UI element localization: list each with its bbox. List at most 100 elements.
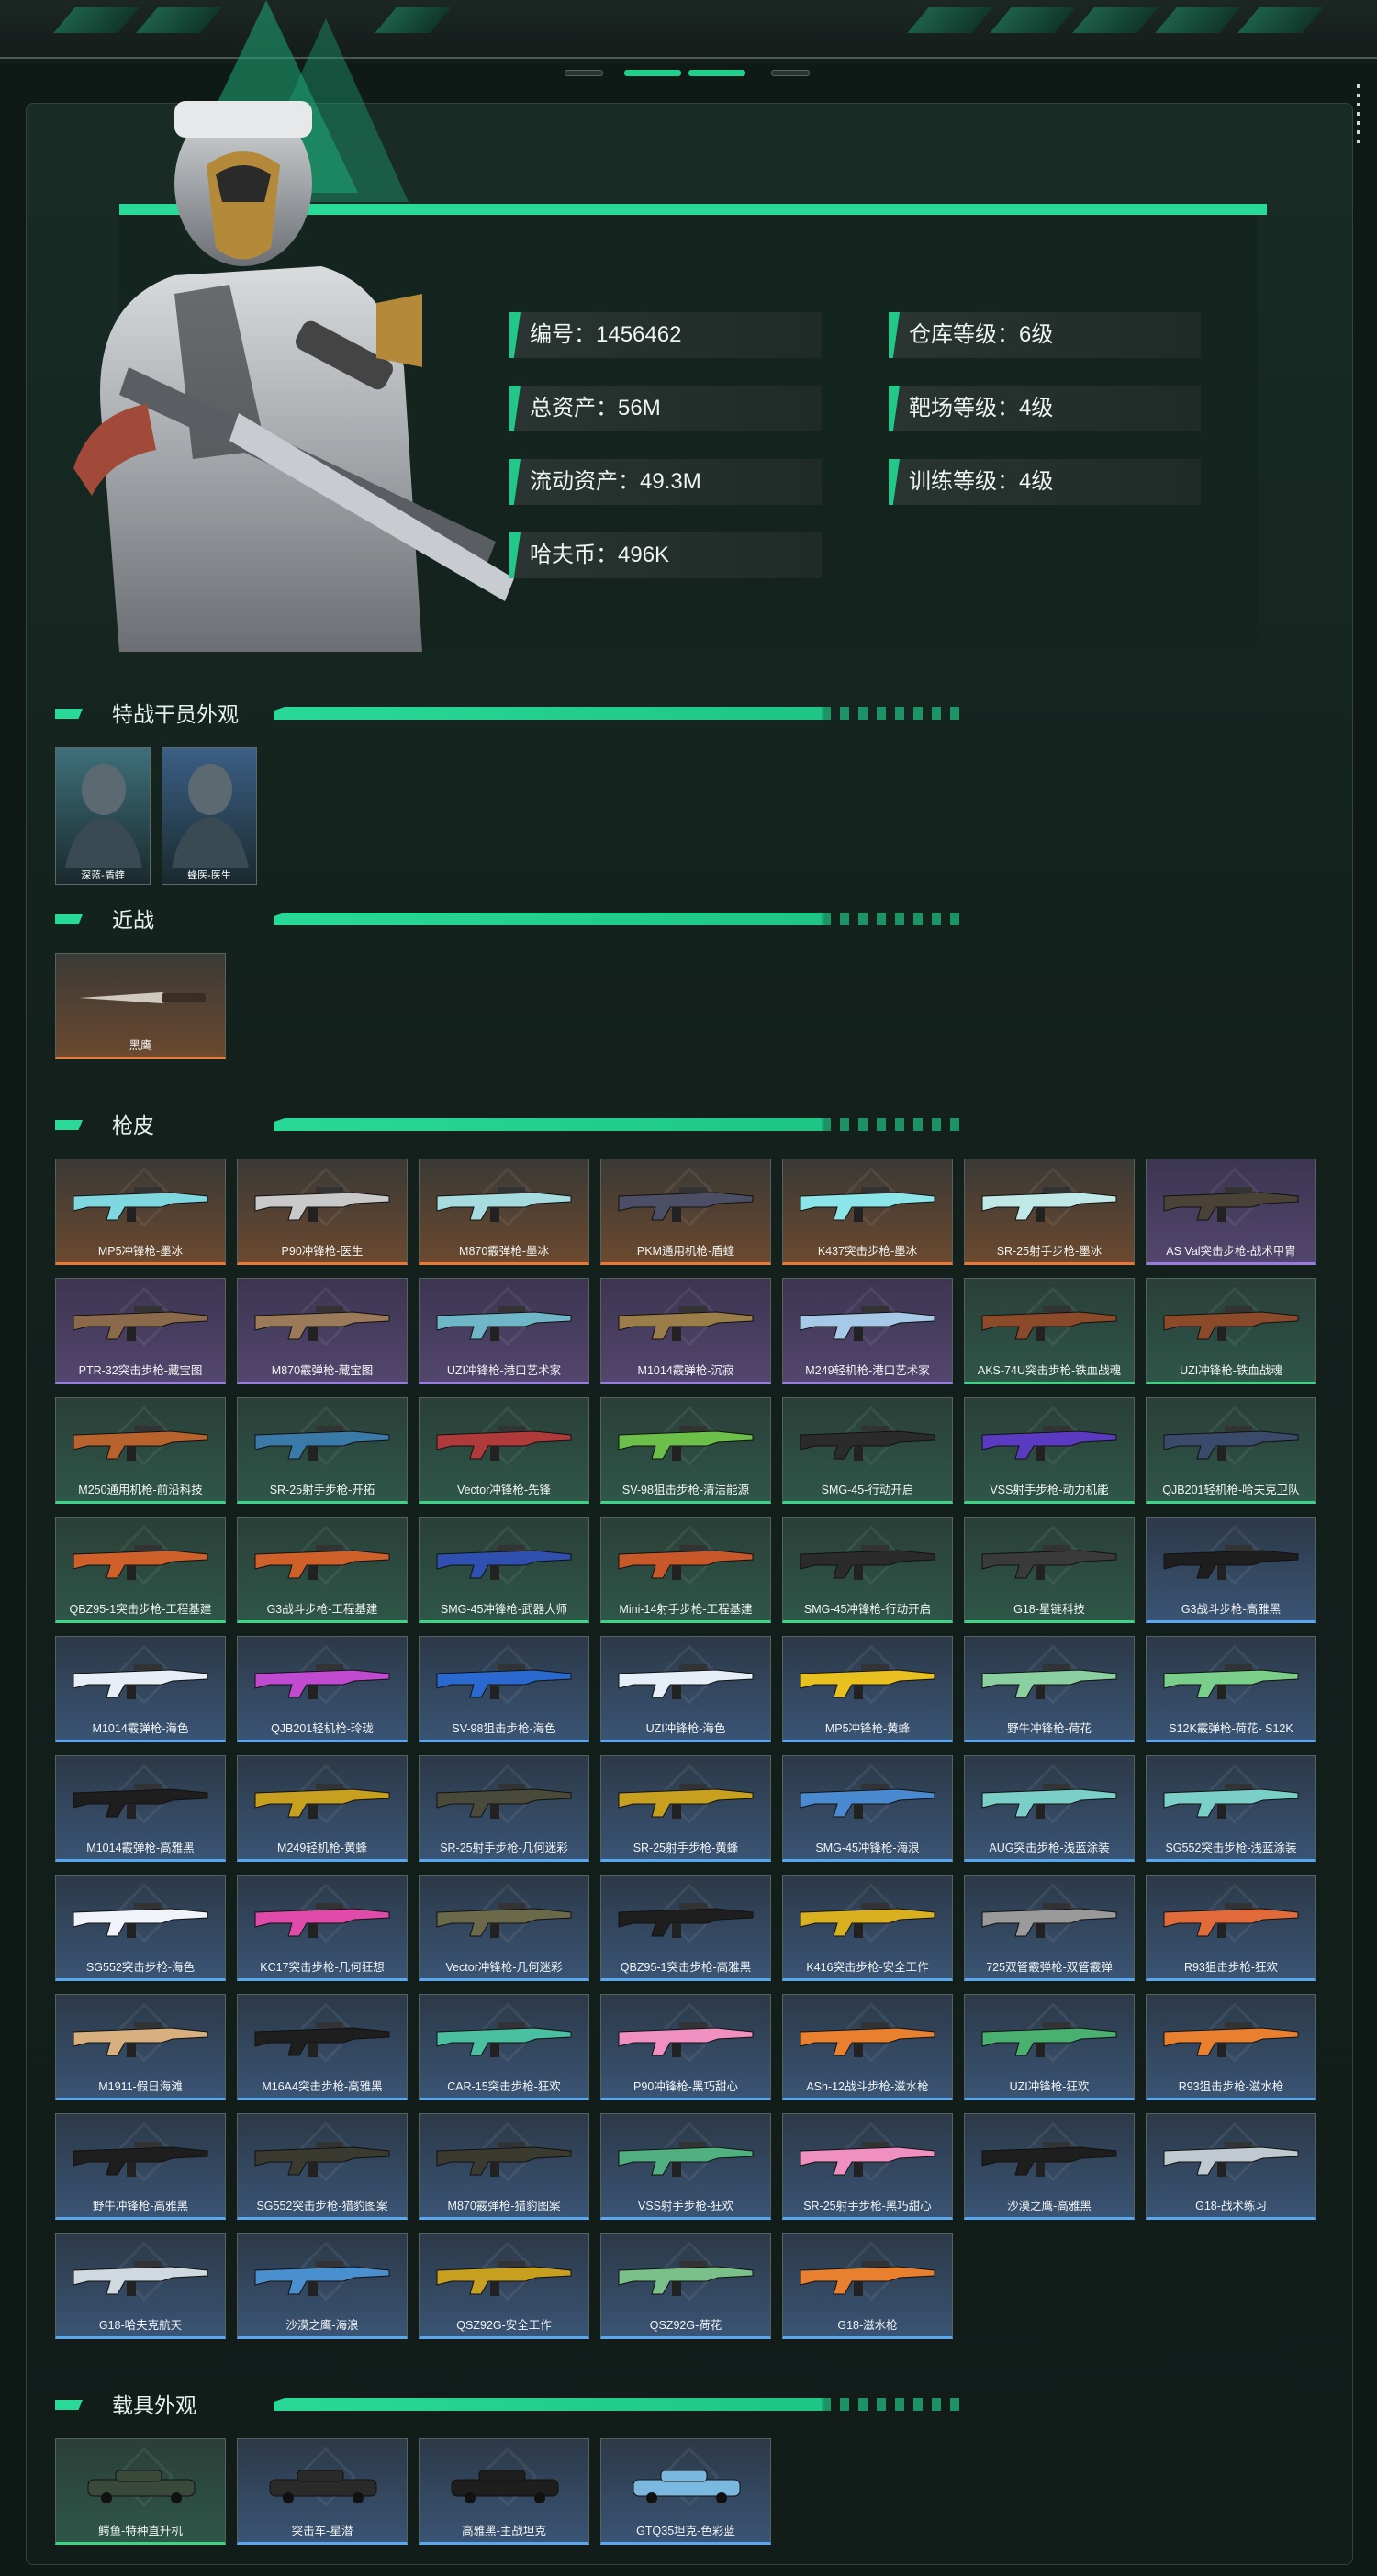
skin-card[interactable]: M1014霰弹枪-海色 <box>55 1636 226 1742</box>
gun-icon <box>73 2261 208 2296</box>
skin-card[interactable]: 野牛冲锋枪-荷花 <box>964 1636 1135 1742</box>
skin-card[interactable]: UZI冲锋枪-海色 <box>600 1636 771 1742</box>
skin-card[interactable]: 沙漠之鹰-海浪 <box>237 2233 408 2339</box>
skin-card[interactable]: Vector冲锋枪-先锋 <box>419 1397 589 1504</box>
skin-card[interactable]: KC17突击步枪-几何狂想 <box>237 1875 408 1981</box>
skin-card[interactable]: M16A4突击步枪-高雅黑 <box>237 1994 408 2100</box>
operator-card[interactable]: 深蓝-盾蝰 <box>55 747 151 885</box>
skin-card[interactable]: M249轻机枪-黄蜂 <box>237 1755 408 1862</box>
skin-card[interactable]: ASh-12战斗步枪-滋水枪 <box>782 1994 953 2100</box>
skin-card[interactable]: VSS射手步枪-狂欢 <box>600 2113 771 2220</box>
skin-card[interactable]: QBZ95-1突击步枪-高雅黑 <box>600 1875 771 1981</box>
item-label: AUG突击步枪-浅蓝涂装 <box>989 1842 1110 1854</box>
skin-card[interactable]: S12K霰弹枪-荷花- S12K <box>1146 1636 1316 1742</box>
skin-card[interactable]: P90冲锋枪-医生 <box>237 1159 408 1265</box>
skin-card[interactable]: M870霰弹枪-藏宝图 <box>237 1278 408 1384</box>
skin-card[interactable]: SV-98狙击步枪-海色 <box>419 1636 589 1742</box>
skin-card[interactable]: MP5冲锋枪-墨冰 <box>55 1159 226 1265</box>
skin-card[interactable]: SR-25射手步枪-黑巧甜心 <box>782 2113 953 2220</box>
skin-card[interactable]: CAR-15突击步枪-狂欢 <box>419 1994 589 2100</box>
skin-card[interactable]: AKS-74U突击步枪-铁血战魂 <box>964 1278 1135 1384</box>
vehicle-card[interactable]: 高雅黑-主战坦克 <box>419 2438 589 2545</box>
skin-card[interactable]: SMG-45冲锋枪-海浪 <box>782 1755 953 1862</box>
item-label: MP5冲锋枪-墨冰 <box>97 1245 184 1258</box>
item-label: KC17突击步枪-几何狂想 <box>260 1961 385 1974</box>
item-label: M870霰弹枪-藏宝图 <box>271 1364 374 1377</box>
gun-icon <box>436 1306 572 1341</box>
skin-card[interactable]: SG552突击步枪-浅蓝涂装 <box>1146 1755 1316 1862</box>
skin-card[interactable]: G3战斗步枪-工程基建 <box>237 1517 408 1623</box>
skin-card[interactable]: SG552突击步枪-海色 <box>55 1875 226 1981</box>
skin-card[interactable]: M870霰弹枪-猎豹图案 <box>419 2113 589 2220</box>
gun-icon <box>73 1306 208 1341</box>
skin-card[interactable]: G18-滋水枪 <box>782 2233 953 2339</box>
section-title: 特战干员外观 <box>112 702 239 726</box>
skin-card[interactable]: UZI冲锋枪-狂欢 <box>964 1994 1135 2100</box>
skin-card[interactable]: M1014霰弹枪-高雅黑 <box>55 1755 226 1862</box>
skin-card[interactable]: QSZ92G-荷花 <box>600 2233 771 2339</box>
skin-card[interactable]: K437突击步枪-墨冰 <box>782 1159 953 1265</box>
skin-card[interactable]: G3战斗步枪-高雅黑 <box>1146 1517 1316 1623</box>
item-label: M250通用机枪-前沿科技 <box>78 1484 203 1496</box>
skin-card[interactable]: R93狙击步枪-狂欢 <box>1146 1875 1316 1981</box>
item-label: 鳄鱼-特种直升机 <box>98 2525 183 2537</box>
skin-card[interactable]: Vector冲锋枪-几何迷彩 <box>419 1875 589 1981</box>
item-label: MP5冲锋枪-黄蜂 <box>824 1722 911 1735</box>
skin-card[interactable]: QJB201轻机枪-玲珑 <box>237 1636 408 1742</box>
skin-card[interactable]: SMG-45-行动开启 <box>782 1397 953 1504</box>
operator-card[interactable]: 蜂医-医生 <box>162 747 257 885</box>
skin-card[interactable]: P90冲锋枪-黑巧甜心 <box>600 1994 771 2100</box>
gun-icon <box>73 2022 208 2057</box>
stat-warehouse-level: 仓库等级：6级 <box>889 312 1201 358</box>
gun-icon <box>1163 1426 1299 1461</box>
skin-card[interactable]: M1014霰弹枪-沉寂 <box>600 1278 771 1384</box>
skin-card[interactable]: 725双管霰弹枪-双管霰弹 <box>964 1875 1135 1981</box>
skin-card[interactable]: VSS射手步枪-动力机能 <box>964 1397 1135 1504</box>
skin-card[interactable]: PTR-32突击步枪-藏宝图 <box>55 1278 226 1384</box>
vehicle-card[interactable]: GTQ35坦克-色彩蓝 <box>600 2438 771 2545</box>
skin-card[interactable]: M870霰弹枪-墨冰 <box>419 1159 589 1265</box>
skin-card[interactable]: R93狙击步枪-滋水枪 <box>1146 1994 1316 2100</box>
skin-card[interactable]: QBZ95-1突击步枪-工程基建 <box>55 1517 226 1623</box>
skin-card[interactable]: Mini-14射手步枪-工程基建 <box>600 1517 771 1623</box>
gun-icon <box>254 1545 390 1580</box>
skin-card[interactable]: SG552突击步枪-猎豹图案 <box>237 2113 408 2220</box>
scroll-indicator[interactable] <box>1357 84 1362 167</box>
item-label: SG552突击步枪-浅蓝涂装 <box>1165 1842 1297 1854</box>
vehicle-card[interactable]: 突击车-星潜 <box>237 2438 408 2545</box>
skin-card[interactable]: M1911-假日海滩 <box>55 1994 226 2100</box>
skin-card[interactable]: G18-哈夫克航天 <box>55 2233 226 2339</box>
skin-card[interactable]: UZI冲锋枪-铁血战魂 <box>1146 1278 1316 1384</box>
skin-card[interactable]: SR-25射手步枪-开拓 <box>237 1397 408 1504</box>
skin-card[interactable]: G18-战术练习 <box>1146 2113 1316 2220</box>
skin-card[interactable]: AUG突击步枪-浅蓝涂装 <box>964 1755 1135 1862</box>
gun-icon <box>254 1903 390 1938</box>
skin-card[interactable]: AS Val突击步枪-战术甲胄 <box>1146 1159 1316 1265</box>
gun-icon <box>618 1664 754 1699</box>
skin-card[interactable]: SMG-45冲锋枪-武器大师 <box>419 1517 589 1623</box>
knife-icon <box>79 992 206 1003</box>
skin-card[interactable]: SR-25射手步枪-黄蜂 <box>600 1755 771 1862</box>
skin-card[interactable]: QJB201轻机枪-哈夫克卫队 <box>1146 1397 1316 1504</box>
skin-card[interactable]: MP5冲锋枪-黄蜂 <box>782 1636 953 1742</box>
skin-card[interactable]: G18-星链科技 <box>964 1517 1135 1623</box>
skin-card[interactable]: SR-25射手步枪-墨冰 <box>964 1159 1135 1265</box>
skin-card[interactable]: 野牛冲锋枪-高雅黑 <box>55 2113 226 2220</box>
skin-card[interactable]: QSZ92G-安全工作 <box>419 2233 589 2339</box>
banner-pill-active <box>624 70 681 76</box>
skin-card[interactable]: 沙漠之鹰-高雅黑 <box>964 2113 1135 2220</box>
melee-card[interactable]: 黑鹰 <box>55 953 226 1059</box>
vehicle-card[interactable]: 鳄鱼-特种直升机 <box>55 2438 226 2545</box>
skin-card[interactable]: M250通用机枪-前沿科技 <box>55 1397 226 1504</box>
skin-card[interactable]: SR-25射手步枪-几何迷彩 <box>419 1755 589 1862</box>
skin-card[interactable]: PKM通用机枪-盾蝰 <box>600 1159 771 1265</box>
item-label: SG552突击步枪-猎豹图案 <box>256 2200 388 2212</box>
skin-card[interactable]: SV-98狙击步枪-清洁能源 <box>600 1397 771 1504</box>
skin-card[interactable]: SMG-45冲锋枪-行动开启 <box>782 1517 953 1623</box>
gun-icon <box>800 1903 935 1938</box>
skin-card[interactable]: K416突击步枪-安全工作 <box>782 1875 953 1981</box>
gun-icon <box>618 2022 754 2057</box>
skin-card[interactable]: UZI冲锋枪-港口艺术家 <box>419 1278 589 1384</box>
item-label: CAR-15突击步枪-狂欢 <box>447 2080 561 2093</box>
skin-card[interactable]: M249轻机枪-港口艺术家 <box>782 1278 953 1384</box>
